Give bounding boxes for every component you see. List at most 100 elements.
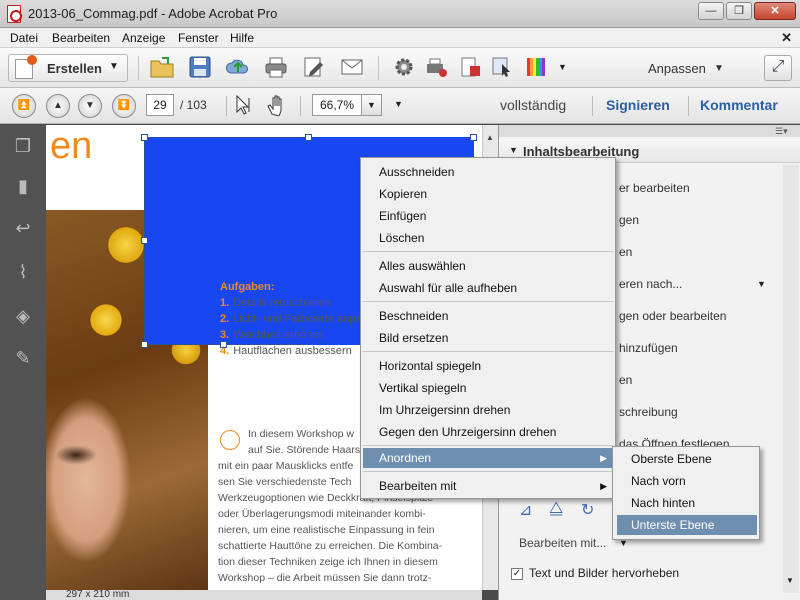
body-text-line: schattierte Hauttöne zu erreichen. Die K… xyxy=(218,540,443,552)
more-options-arrow-icon[interactable]: ▼ xyxy=(394,99,403,109)
chevron-down-icon[interactable]: ▼ xyxy=(757,279,766,289)
chevron-down-icon[interactable]: ▼ xyxy=(714,63,724,74)
send-to-back[interactable]: Unterste Ebene xyxy=(617,515,757,535)
pane-tool-item[interactable]: en xyxy=(619,373,632,387)
selection-frame[interactable] xyxy=(144,137,308,345)
next-page-icon[interactable]: ▼ xyxy=(78,94,102,118)
save-icon[interactable] xyxy=(188,56,212,78)
ctx-select-all[interactable]: Alles auswählen xyxy=(379,256,615,276)
zoom-input[interactable]: 66,7% xyxy=(312,94,362,116)
last-page-icon[interactable]: ⏬ xyxy=(112,94,136,118)
color-palette-icon[interactable] xyxy=(524,56,548,78)
resize-handle[interactable] xyxy=(470,134,477,141)
bookmarks-icon[interactable]: ▮ xyxy=(12,175,34,197)
menu-hilfe[interactable]: Hilfe xyxy=(230,31,254,45)
body-text-line: oder Überlagerungsmodi miteinander kombi… xyxy=(218,508,426,520)
menu-fenster[interactable]: Fenster xyxy=(178,31,219,45)
page-thumbnails-icon[interactable]: ❐ xyxy=(12,135,34,157)
body-text-line: nieren, um eine realistische Einpassung … xyxy=(218,524,435,536)
mirror-icon[interactable]: ⧋ xyxy=(549,500,563,518)
ctx-flip-horizontal[interactable]: Horizontal spiegeln xyxy=(379,356,615,376)
create-button[interactable]: Erstellen ▼ xyxy=(8,54,128,82)
pane-menu-icon[interactable]: ☰▾ xyxy=(775,126,788,137)
first-page-icon[interactable]: ⏫ xyxy=(12,94,36,118)
ctx-crop[interactable]: Beschneiden xyxy=(379,306,615,326)
close-document-icon[interactable]: ✕ xyxy=(781,30,792,46)
ctx-delete[interactable]: Löschen xyxy=(379,228,615,248)
collapse-arrow-icon: ▼ xyxy=(509,145,518,155)
pane-tool-item[interactable]: schreibung xyxy=(619,405,678,419)
cloud-upload-icon[interactable] xyxy=(226,56,250,78)
ctx-rotate-clockwise[interactable]: Im Uhrzeigersinn drehen xyxy=(379,400,615,420)
content-icon[interactable]: ✎ xyxy=(12,347,34,369)
menu-anzeige[interactable]: Anzeige xyxy=(122,31,165,45)
menu-bearbeiten[interactable]: Bearbeiten xyxy=(52,31,110,45)
resize-handle[interactable] xyxy=(220,341,227,348)
send-backward[interactable]: Nach hinten xyxy=(617,493,757,513)
menu-datei[interactable]: Datei xyxy=(10,31,38,45)
page-number-input[interactable]: 29 xyxy=(146,94,174,116)
flip-icon[interactable]: ⊿ xyxy=(519,500,532,520)
ctx-arrange[interactable]: Anordnen ▶ xyxy=(363,448,615,468)
sign-pane-button[interactable]: Signieren xyxy=(606,97,670,113)
ctx-copy[interactable]: Kopieren xyxy=(379,184,615,204)
gear-icon[interactable] xyxy=(392,56,416,78)
pdf-export-icon[interactable] xyxy=(458,56,482,78)
ctx-flip-vertical[interactable]: Vertikal spiegeln xyxy=(379,378,615,398)
expand-icon[interactable]: ⤢ xyxy=(764,55,792,81)
bring-forward[interactable]: Nach vorn xyxy=(617,471,757,491)
ctx-cut[interactable]: Ausschneiden xyxy=(379,162,615,182)
ctx-deselect-all[interactable]: Auswahl für alle aufheben xyxy=(379,278,615,298)
menu-divider xyxy=(363,301,613,302)
scroll-up-icon[interactable]: ▲ xyxy=(486,133,494,142)
edit-with-dropdown[interactable]: Bearbeiten mit... xyxy=(519,536,606,550)
ctx-edit-with[interactable]: Bearbeiten mit ▶ xyxy=(379,476,615,496)
tools-pane-mode-label[interactable]: vollständig xyxy=(500,97,566,113)
toolbar-divider xyxy=(300,96,301,116)
previous-page-icon[interactable]: ▲ xyxy=(46,94,70,118)
pane-tool-item[interactable]: gen oder bearbeiten xyxy=(619,309,726,323)
task-item: 4. Hautflächen ausbessern xyxy=(220,345,352,357)
tools-pane-scrollbar[interactable]: ▼ xyxy=(783,165,799,593)
context-menu: Ausschneiden Kopieren Einfügen Löschen A… xyxy=(360,157,616,499)
navigation-toolbar: ⏫ ▲ ▼ ⏬ 29 / 103 66,7% ▼ ▼ vollständig S… xyxy=(0,88,800,124)
minimize-button[interactable]: — xyxy=(698,2,724,20)
select-tool-icon[interactable] xyxy=(490,56,514,78)
text-select-cursor-icon[interactable] xyxy=(234,94,254,116)
layers-icon[interactable]: ◈ xyxy=(12,305,34,327)
highlight-text-images-checkbox[interactable]: ✓ xyxy=(511,568,523,580)
attachments-icon[interactable]: ⌇ xyxy=(12,261,34,283)
email-icon[interactable] xyxy=(340,56,364,78)
body-text-line: sen Sie verschiedenste Tech xyxy=(218,476,352,488)
edit-document-icon[interactable] xyxy=(302,56,326,78)
ctx-rotate-counterclockwise[interactable]: Gegen den Uhrzeigersinn drehen xyxy=(379,422,615,442)
pdf-file-icon xyxy=(7,5,22,23)
customize-button[interactable]: Anpassen xyxy=(648,61,706,76)
rotate-icon[interactable]: ↻ xyxy=(581,500,594,520)
pane-tool-item[interactable]: er bearbeiten xyxy=(619,181,690,195)
pane-tool-item[interactable]: en xyxy=(619,245,632,259)
resize-handle[interactable] xyxy=(305,134,312,141)
pane-tool-item[interactable]: gen xyxy=(619,213,639,227)
print-production-icon[interactable] xyxy=(424,56,448,78)
ctx-paste[interactable]: Einfügen xyxy=(379,206,615,226)
signatures-icon[interactable]: ↩ xyxy=(12,217,34,239)
scroll-down-icon[interactable]: ▼ xyxy=(786,576,794,585)
pane-tool-item[interactable]: hinzufügen xyxy=(619,341,678,355)
open-folder-icon[interactable] xyxy=(150,56,174,78)
zoom-dropdown-chevron-icon[interactable]: ▼ xyxy=(362,94,382,116)
print-icon[interactable] xyxy=(264,56,288,78)
close-window-button[interactable]: ✕ xyxy=(754,2,796,20)
ctx-replace-image[interactable]: Bild ersetzen xyxy=(379,328,615,348)
pane-tool-item[interactable]: eren nach... xyxy=(619,277,682,291)
toolbar-divider xyxy=(592,96,593,116)
comment-pane-button[interactable]: Kommentar xyxy=(700,97,778,113)
submenu-arrow-icon: ▶ xyxy=(600,481,607,491)
hand-tool-icon[interactable] xyxy=(266,94,288,116)
bring-to-front[interactable]: Oberste Ebene xyxy=(617,449,757,469)
resize-handle[interactable] xyxy=(141,237,148,244)
resize-handle[interactable] xyxy=(141,134,148,141)
resize-handle[interactable] xyxy=(141,341,148,348)
more-tools-arrow-icon[interactable]: ▼ xyxy=(558,62,582,84)
maximize-button[interactable]: ❐ xyxy=(726,2,752,20)
